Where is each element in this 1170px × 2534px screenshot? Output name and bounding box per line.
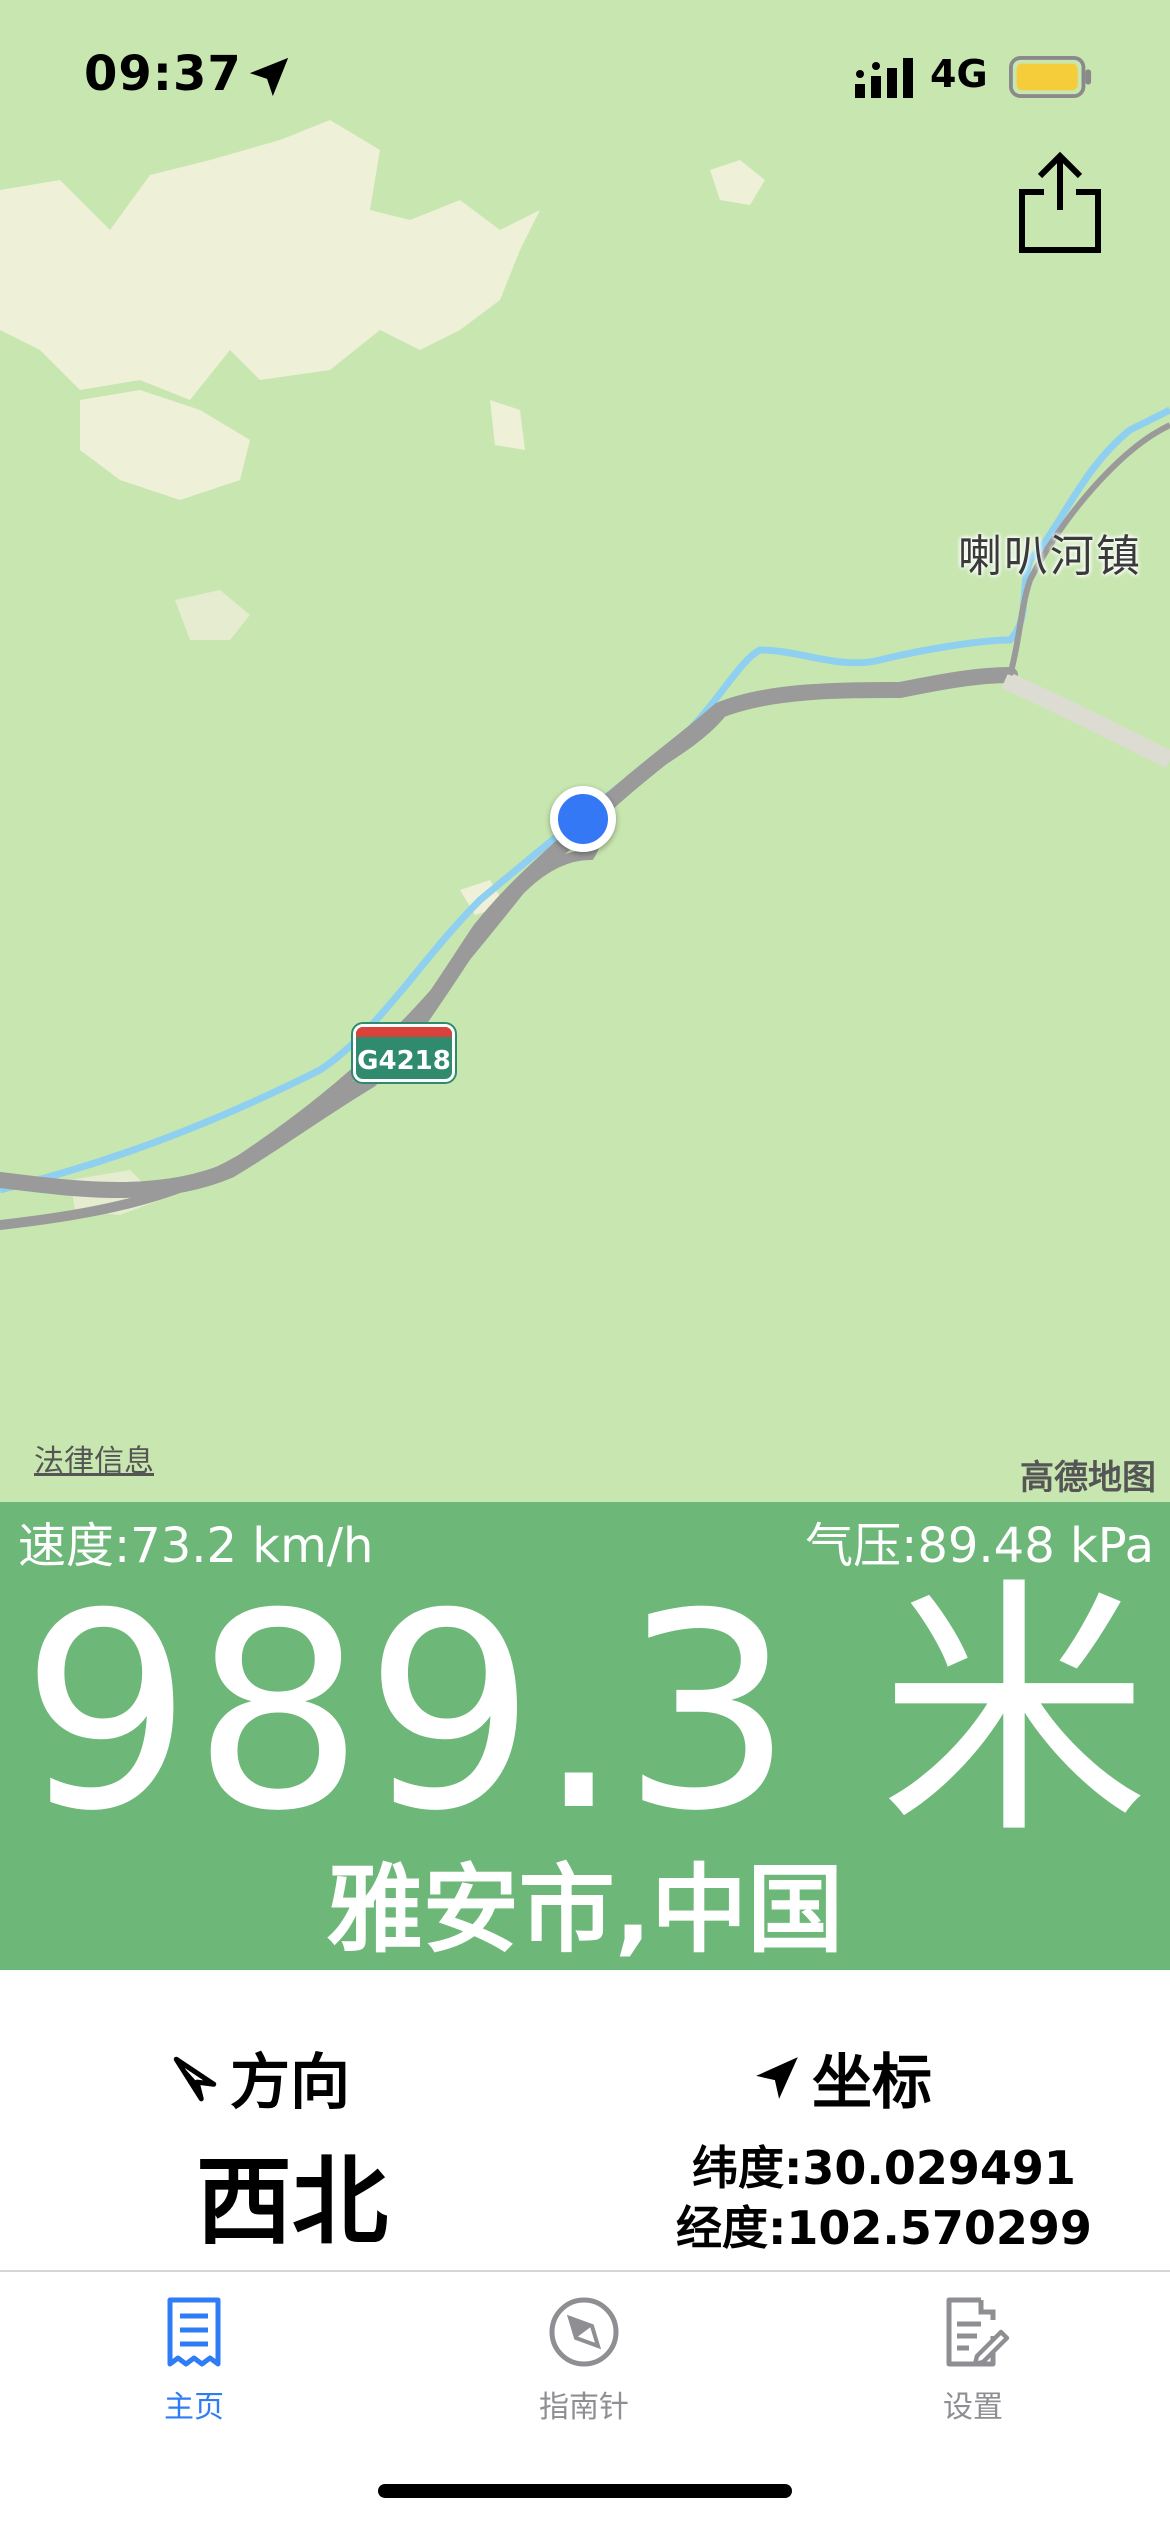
road-badge: G4218 <box>353 1024 455 1082</box>
map-view[interactable]: 09:37 4G 喇叭河镇 G4218 法律信息 高德地图 <box>0 0 1170 1502</box>
longitude-value: 经度:102.570299 <box>676 2201 1092 2255</box>
map-terrain <box>0 120 1170 1230</box>
coordinate-title: 坐标 <box>812 2048 932 2118</box>
tab-settings-label: 设置 <box>943 2390 1003 2425</box>
altitude-value: 989.3 米 <box>20 1555 1150 1870</box>
direction-value: 西北 <box>196 2146 388 2258</box>
tab-compass-label: 指南针 <box>539 2390 629 2425</box>
city-label: 雅安市,中国 <box>326 1854 844 1966</box>
status-time: 09:37 <box>84 46 242 102</box>
tab-home-label: 主页 <box>164 2390 224 2425</box>
home-indicator[interactable] <box>378 2484 792 2498</box>
direction-title: 方向 <box>230 2048 350 2118</box>
compass-icon <box>549 2297 619 2367</box>
status-bar: 09:37 4G <box>0 0 1170 150</box>
current-location-dot <box>550 786 616 852</box>
map-brand-logo: 高德地图 <box>1020 1458 1156 1498</box>
share-icon <box>1019 151 1101 253</box>
legal-info-link[interactable]: 法律信息 <box>34 1436 154 1480</box>
network-type: 4G <box>930 52 988 96</box>
road-badge-label: G4218 <box>357 1046 451 1076</box>
town-label: 喇叭河镇 <box>958 531 1142 582</box>
tab-compass[interactable]: 指南针 <box>484 2292 684 2452</box>
receipt-icon <box>167 2297 221 2367</box>
tab-settings[interactable]: 设置 <box>873 2292 1073 2452</box>
share-button[interactable] <box>1010 148 1110 258</box>
cellular-signal-icon <box>855 58 913 98</box>
coordinate-heading: 坐标 <box>752 2034 932 2121</box>
location-arrow-icon <box>756 2056 798 2099</box>
direction-needle-icon <box>173 2056 217 2101</box>
battery-icon <box>1009 56 1092 98</box>
info-section: 方向 西北 坐标 纬度:30.029491 经度:102.570299 <box>0 1970 1170 2270</box>
tab-home[interactable]: 主页 <box>94 2292 294 2452</box>
location-arrow-icon <box>249 57 289 97</box>
direction-heading: 方向 <box>170 2034 350 2121</box>
document-edit-icon <box>946 2297 1010 2367</box>
latitude-value: 纬度:30.029491 <box>692 2141 1076 2195</box>
altitude-panel: 速度:73.2 km/h 气压:89.48 kPa 989.3 米 雅安市,中国 <box>0 1502 1170 1970</box>
